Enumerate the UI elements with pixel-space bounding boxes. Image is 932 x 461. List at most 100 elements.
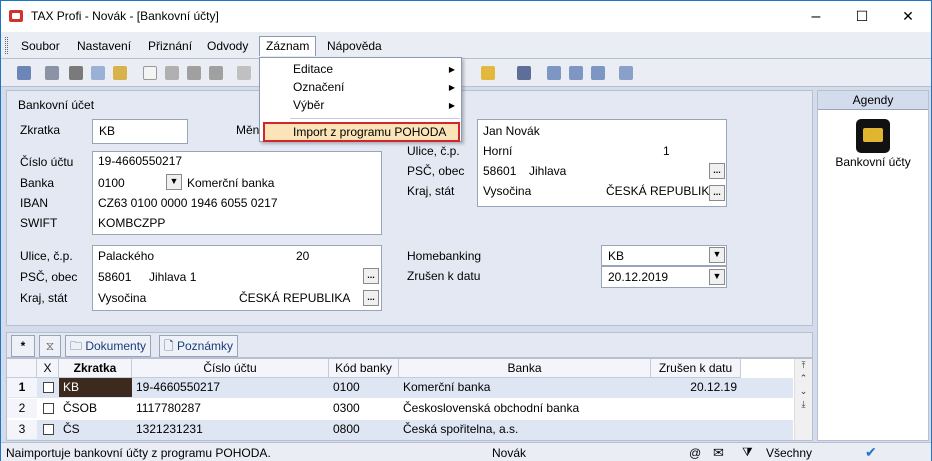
row-checkbox[interactable] bbox=[43, 382, 54, 393]
status-user: Novák bbox=[492, 446, 527, 460]
detail-tabs: * ⧖ 🗀 Dokumenty 🗋 Poznámky bbox=[6, 332, 813, 358]
submenu-arrow-icon: ▶ bbox=[448, 83, 455, 92]
row-checkbox[interactable] bbox=[43, 403, 54, 414]
ulice-field[interactable]: Palackého bbox=[98, 249, 154, 263]
app-icon bbox=[9, 10, 23, 22]
menu-soubor[interactable]: Soubor bbox=[15, 36, 66, 56]
minimize-button[interactable]: – bbox=[793, 1, 839, 32]
ulice-no-field[interactable]: 20 bbox=[296, 249, 309, 263]
tab-poznamky[interactable]: 🗋 Poznámky bbox=[159, 335, 239, 357]
owner-kraj-label: Kraj, stát bbox=[407, 184, 455, 198]
folder-icon[interactable] bbox=[479, 64, 497, 82]
banka-dropdown-icon[interactable]: ▼ bbox=[166, 174, 182, 190]
table-row[interactable]: 2 ČSOB 1117780287 0300 Československá ob… bbox=[7, 399, 793, 419]
psc-field[interactable]: 58601 bbox=[98, 270, 131, 284]
banka-label: Banka bbox=[20, 176, 55, 190]
iban-field[interactable]: CZ63 0100 0000 1946 6055 0217 bbox=[98, 196, 278, 210]
status-filter: Všechny bbox=[766, 446, 813, 460]
window-icon-1[interactable] bbox=[545, 64, 563, 82]
row-number-header bbox=[7, 359, 37, 378]
banka-code-field[interactable]: 0100 bbox=[98, 176, 125, 190]
col-header-zrusen[interactable]: Zrušen k datu bbox=[651, 359, 741, 378]
col-header-zkratka[interactable]: Zkratka bbox=[59, 359, 132, 378]
row-checkbox[interactable] bbox=[43, 424, 54, 435]
col-header-x[interactable]: X bbox=[37, 359, 59, 378]
swift-field[interactable]: KOMBCZPP bbox=[98, 216, 165, 230]
menu-nastaveni[interactable]: Nastavení bbox=[71, 36, 137, 56]
owner-obec-lookup-button[interactable]: ... bbox=[709, 163, 725, 179]
check-icon[interactable] bbox=[163, 64, 181, 82]
menu-odvody[interactable]: Odvody bbox=[201, 36, 254, 56]
submenu-arrow-icon: ▶ bbox=[448, 65, 455, 74]
tab-dokumenty[interactable]: 🗀 Dokumenty bbox=[65, 335, 152, 357]
owner-ulice-no: 1 bbox=[663, 144, 670, 158]
homebanking-label: Homebanking bbox=[407, 249, 482, 263]
tab-star[interactable]: * bbox=[11, 335, 35, 357]
app-window: TAX Profi - Novák - [Bankovní účty] – ☐ … bbox=[0, 0, 932, 461]
scroll-down-icon[interactable]: ⌄ bbox=[795, 385, 812, 398]
owner-ulice-label: Ulice, č.p. bbox=[407, 144, 460, 158]
owner-stat: ČESKÁ REPUBLIKA bbox=[606, 184, 718, 198]
bank-card-icon[interactable] bbox=[856, 119, 890, 153]
copy-icon[interactable] bbox=[235, 64, 253, 82]
toolbar-icon-1[interactable] bbox=[15, 64, 33, 82]
window-icon-2[interactable] bbox=[567, 64, 585, 82]
menu-item-editace[interactable]: Editace bbox=[293, 60, 333, 78]
note-icon: 🗋 bbox=[164, 339, 177, 353]
stat-field[interactable]: ČESKÁ REPUBLIKA bbox=[239, 291, 350, 305]
menu-priznani[interactable]: Přiznání bbox=[142, 36, 198, 56]
menu-item-oznaceni[interactable]: Označení bbox=[293, 78, 344, 96]
mail-icon[interactable]: ✉ bbox=[713, 445, 724, 461]
scroll-bottom-icon[interactable]: ⤓ bbox=[795, 398, 812, 411]
menu-separator bbox=[290, 118, 460, 119]
tools-icon[interactable] bbox=[617, 64, 635, 82]
status-bar: Naimportuje bankovní účty z programu POH… bbox=[1, 442, 931, 461]
calculator-icon[interactable] bbox=[515, 64, 533, 82]
new-record-icon[interactable] bbox=[141, 64, 159, 82]
cislo-field[interactable]: 19-4660550217 bbox=[98, 154, 182, 168]
scroll-up-icon[interactable]: ⌃ bbox=[795, 372, 812, 385]
bank-accounts-table: X Zkratka Číslo účtu Kód banky Banka Zru… bbox=[6, 358, 813, 441]
owner-psc: 58601 bbox=[483, 164, 517, 178]
agendy-header: Agendy bbox=[818, 91, 928, 110]
toolbar-icon-2[interactable] bbox=[43, 64, 61, 82]
obec-field[interactable]: Jihlava 1 bbox=[149, 270, 196, 284]
obec-lookup-button[interactable]: ... bbox=[363, 268, 379, 284]
table-row[interactable]: 3 ČS 1321231231 0800 Česká spořitelna, a… bbox=[7, 420, 793, 440]
vertical-scrollbar[interactable]: ⤒ ⌃ ⌄ ⤓ bbox=[794, 359, 812, 440]
kraj-field[interactable]: Vysočina bbox=[98, 291, 146, 305]
owner-kraj-lookup-button[interactable]: ... bbox=[709, 185, 725, 201]
save-icon[interactable] bbox=[185, 64, 203, 82]
submenu-arrow-icon: ▶ bbox=[448, 101, 455, 110]
window-icon-3[interactable] bbox=[589, 64, 607, 82]
printer-icon[interactable] bbox=[67, 64, 85, 82]
zkratka-label: Zkratka bbox=[20, 123, 61, 137]
homebanking-dropdown-icon[interactable]: ▼ bbox=[709, 247, 725, 263]
owner-obec: Jihlava bbox=[529, 164, 567, 178]
menu-zaznam[interactable]: Záznam bbox=[259, 36, 317, 56]
menu-napoveda[interactable]: Nápověda bbox=[321, 36, 388, 56]
agenda-bankovni-ucty[interactable]: Bankovní účty bbox=[818, 155, 928, 169]
table-row[interactable]: 1 KB 19-4660550217 0100 Komerční banka 2… bbox=[7, 378, 793, 398]
export-icon[interactable] bbox=[111, 64, 129, 82]
preview-icon[interactable] bbox=[89, 64, 107, 82]
filter-icon[interactable]: ⧖ bbox=[39, 335, 61, 357]
scroll-top-icon[interactable]: ⤒ bbox=[795, 359, 812, 372]
save-close-icon[interactable] bbox=[207, 64, 225, 82]
funnel-icon[interactable]: ⧩ bbox=[742, 445, 753, 460]
calendar-dropdown-icon[interactable]: ▼ bbox=[709, 269, 725, 285]
close-button[interactable]: ✕ bbox=[885, 1, 931, 32]
kraj-lookup-button[interactable]: ... bbox=[363, 290, 379, 306]
col-header-kod[interactable]: Kód banky bbox=[329, 359, 399, 378]
menu-item-vyber[interactable]: Výběr bbox=[293, 96, 324, 114]
zkratka-field[interactable]: KB bbox=[92, 119, 188, 144]
mena-label: Měn bbox=[236, 123, 260, 137]
col-header-banka[interactable]: Banka bbox=[399, 359, 651, 378]
at-icon: @ bbox=[689, 446, 702, 460]
banka-name: Komerční banka bbox=[187, 176, 275, 190]
toolbar bbox=[1, 59, 931, 87]
maximize-button[interactable]: ☐ bbox=[839, 1, 885, 32]
menu-item-import-pohoda[interactable]: Import z programu POHODA bbox=[263, 122, 460, 142]
kraj-label: Kraj, stát bbox=[20, 291, 68, 305]
col-header-cislo[interactable]: Číslo účtu bbox=[132, 359, 329, 378]
